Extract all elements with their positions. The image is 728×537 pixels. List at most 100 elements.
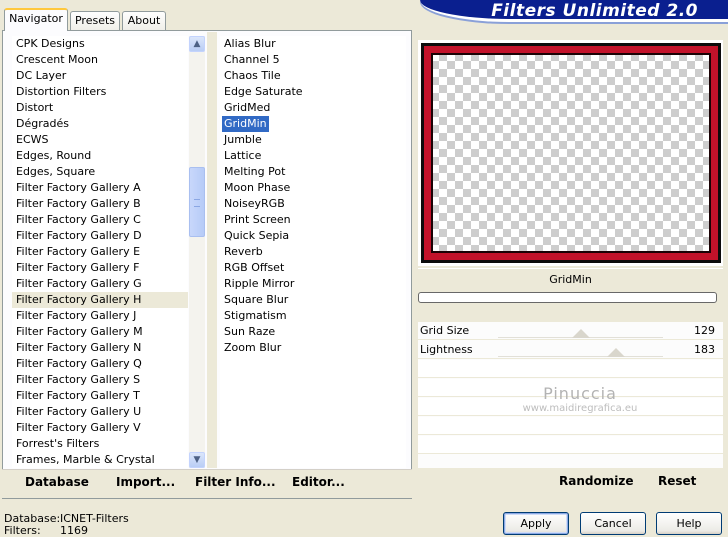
cancel-button[interactable]: Cancel	[580, 512, 646, 535]
list-item[interactable]: Square Blur	[220, 292, 406, 308]
list-item[interactable]: Filter Factory Gallery Q	[12, 356, 188, 372]
list-item[interactable]: Alias Blur	[220, 36, 406, 52]
list-item[interactable]: GridMin	[220, 115, 406, 133]
scroll-down-button[interactable]: ▼	[189, 452, 205, 468]
list-item[interactable]: Filter Factory Gallery D	[12, 228, 188, 244]
list-item[interactable]: Filter Factory Gallery N	[12, 340, 188, 356]
list-item[interactable]: Filter Factory Gallery T	[12, 388, 188, 404]
list-item[interactable]: Ripple Mirror	[220, 276, 406, 292]
list-item[interactable]: Filter Factory Gallery B	[12, 196, 188, 212]
list-item[interactable]: CPK Designs	[12, 36, 188, 52]
list-item-label: GridMin	[221, 115, 270, 133]
list-item[interactable]: GridMed	[220, 100, 406, 116]
list-item-label: Filter Factory Gallery Q	[16, 357, 142, 370]
list-item[interactable]: DC Layer	[12, 68, 188, 84]
slider-lightness[interactable]: Lightness 183	[418, 341, 723, 359]
list-item[interactable]: Channel 5	[220, 52, 406, 68]
category-list[interactable]: CPK Designs Crescent Moon DC Layer Distorti…	[12, 36, 188, 468]
tab-navigator[interactable]: Navigator	[4, 8, 68, 31]
list-item[interactable]: Melting Pot	[220, 164, 406, 180]
import-button[interactable]: Import...	[116, 475, 175, 489]
reset-button[interactable]: Reset	[658, 474, 696, 488]
slider-value: 129	[694, 324, 715, 337]
chevron-down-icon: ▼	[193, 455, 201, 465]
list-divider	[207, 32, 217, 468]
list-item[interactable]: Forrest's Filters	[12, 436, 188, 452]
list-item[interactable]: Chaos Tile	[220, 68, 406, 84]
list-item-label: Chaos Tile	[224, 69, 281, 82]
scroll-thumb[interactable]	[189, 167, 205, 237]
list-item[interactable]: NoiseyRGB	[220, 196, 406, 212]
list-item[interactable]: Edge Saturate	[220, 84, 406, 100]
list-item[interactable]: Distort	[12, 100, 188, 116]
slider-thumb[interactable]	[607, 348, 626, 357]
watermark-url: www.maidiregrafica.eu	[522, 403, 638, 414]
list-item-label: Forrest's Filters	[16, 437, 100, 450]
list-item[interactable]: Jumble	[220, 132, 406, 148]
list-item[interactable]: Filter Factory Gallery A	[12, 180, 188, 196]
list-item[interactable]: Lattice	[220, 148, 406, 164]
list-item[interactable]: Quick Sepia	[220, 228, 406, 244]
watermark: Pinuccia www.maidiregrafica.eu	[515, 384, 645, 414]
filter-list[interactable]: Alias Blur Channel 5 Chaos Tile Edge Satura…	[220, 36, 406, 468]
list-item-label: Filter Factory Gallery H	[16, 293, 142, 306]
tab-presets[interactable]: Presets	[70, 11, 120, 30]
slider-grid-size[interactable]: Grid Size 129	[418, 322, 723, 340]
list-item-label: Filter Factory Gallery E	[16, 245, 141, 258]
scroll-up-button[interactable]: ▲	[189, 36, 205, 52]
list-item[interactable]: Sun Raze	[220, 324, 406, 340]
list-item-label: Edges, Round	[16, 149, 92, 162]
tab-about[interactable]: About	[122, 11, 166, 30]
slider-empty	[418, 417, 723, 435]
randomize-button[interactable]: Randomize	[559, 474, 633, 488]
list-item-label: GridMed	[224, 101, 271, 114]
list-item[interactable]: Frames, Marble & Crystal	[12, 452, 188, 468]
list-item[interactable]: Filter Factory Gallery M	[12, 324, 188, 340]
list-item-label: Edge Saturate	[224, 85, 303, 98]
filter-name-label: GridMin	[418, 268, 723, 290]
help-button[interactable]: Help	[656, 512, 722, 535]
list-item-label: Filter Factory Gallery M	[16, 325, 143, 338]
category-scrollbar[interactable]: ▲ ▼	[189, 36, 205, 468]
list-item[interactable]: Filter Factory Gallery V	[12, 420, 188, 436]
list-item[interactable]: Filter Factory Gallery C	[12, 212, 188, 228]
apply-button[interactable]: Apply	[503, 512, 569, 535]
list-item-label: Filter Factory Gallery N	[16, 341, 142, 354]
list-item[interactable]: Filter Factory Gallery E	[12, 244, 188, 260]
list-item[interactable]: Filter Factory Gallery S	[12, 372, 188, 388]
list-item-label: Filter Factory Gallery F	[16, 261, 140, 274]
list-item[interactable]: Filter Factory Gallery U	[12, 404, 188, 420]
list-item-label: Channel 5	[224, 53, 280, 66]
list-item[interactable]: Filter Factory Gallery G	[12, 276, 188, 292]
list-item-label: Filter Factory Gallery T	[16, 389, 140, 402]
list-item[interactable]: Distortion Filters	[12, 84, 188, 100]
filter-info-button[interactable]: Filter Info...	[195, 475, 276, 489]
list-item[interactable]: Filter Factory Gallery J	[12, 308, 188, 324]
list-item-label: Square Blur	[224, 293, 289, 306]
slider-track[interactable]	[498, 356, 663, 357]
slider-thumb[interactable]	[572, 329, 591, 338]
list-item[interactable]: Filter Factory Gallery H	[12, 292, 188, 308]
list-item[interactable]: RGB Offset	[220, 260, 406, 276]
list-item[interactable]: Moon Phase	[220, 180, 406, 196]
list-item[interactable]: ECWS	[12, 132, 188, 148]
list-item-label: Moon Phase	[224, 181, 291, 194]
list-item-label: Filter Factory Gallery C	[16, 213, 141, 226]
list-item[interactable]: Edges, Square	[12, 164, 188, 180]
chevron-up-icon: ▲	[193, 39, 201, 49]
list-item[interactable]: Dégradés	[12, 116, 188, 132]
list-item-label: Zoom Blur	[224, 341, 282, 354]
list-item[interactable]: Crescent Moon	[12, 52, 188, 68]
list-item[interactable]: Edges, Round	[12, 148, 188, 164]
list-item[interactable]: Reverb	[220, 244, 406, 260]
list-item-label: Filter Factory Gallery A	[16, 181, 141, 194]
slider-label: Lightness	[420, 343, 473, 356]
list-item[interactable]: Print Screen	[220, 212, 406, 228]
database-button[interactable]: Database	[25, 475, 89, 489]
list-item[interactable]: Filter Factory Gallery F	[12, 260, 188, 276]
editor-button[interactable]: Editor...	[292, 475, 345, 489]
list-item-label: Dégradés	[16, 117, 69, 130]
list-item-label: Filter Factory Gallery V	[16, 421, 141, 434]
list-item[interactable]: Stigmatism	[220, 308, 406, 324]
list-item[interactable]: Zoom Blur	[220, 340, 406, 356]
